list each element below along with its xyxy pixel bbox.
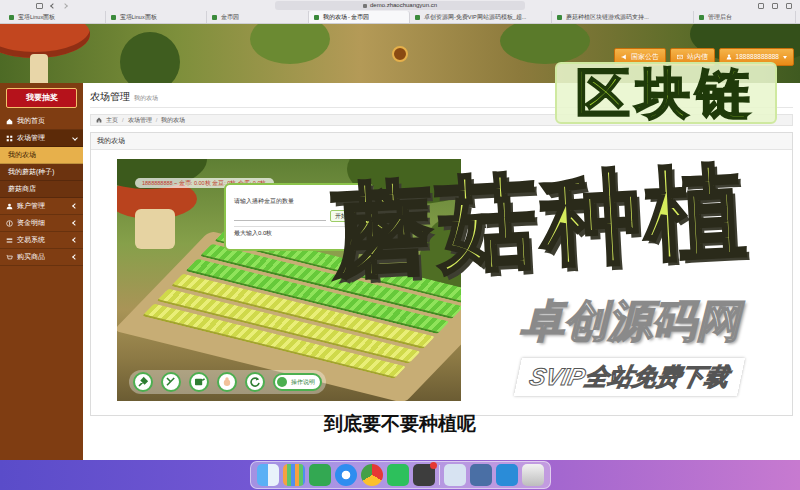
trash-icon[interactable] [522,464,544,486]
home-icon [96,117,102,123]
folder-icon[interactable] [496,464,518,486]
sidebar-item[interactable]: 我的农场 [0,147,83,164]
browser-tab[interactable]: 管理后台 [694,11,796,23]
tabs-overview-icon[interactable] [786,3,792,9]
caret-icon [783,56,787,59]
sidebar-icon[interactable] [36,3,43,9]
forward-icon[interactable] [62,3,68,9]
menu-icon [6,135,13,142]
launchpad-icon[interactable] [283,464,305,486]
sidebar-item[interactable]: 交易系统 [0,232,83,249]
address-bar[interactable]: demo.zhaochuangyun.cn [275,1,525,10]
game-toolbar: 操作说明 [129,370,326,394]
lottery-button[interactable]: 我要抽奖 [6,88,77,108]
wechat-icon[interactable] [387,464,409,486]
menu-icon [6,237,13,244]
share-icon[interactable] [758,3,764,9]
lock-icon [363,4,367,8]
downloads-icon[interactable] [470,464,492,486]
browser-tab[interactable]: 宝塔Linux面板 [4,11,106,23]
app-icon[interactable] [413,464,435,486]
refresh-icon[interactable] [245,372,265,392]
overlay-title: 蘑菇种植 [330,153,751,287]
shovel-icon[interactable] [133,372,153,392]
favicon-icon [212,15,217,20]
chevron-icon [72,220,78,226]
desktop [0,460,800,490]
overlay-slogan: SVIP全站免费下载 [514,358,745,396]
amount-input[interactable] [234,212,326,221]
browser-tab[interactable]: 我的农场 - 金币园 [309,11,411,23]
new-tab-icon[interactable] [772,3,778,9]
chevron-icon [72,135,78,141]
browser-tab[interactable]: 蘑菇种植区块链游戏源码支持... [552,11,694,23]
hand-icon[interactable] [217,372,237,392]
user-icon [726,54,732,60]
sidebar-item[interactable]: 我的蘑菇(种子) [0,164,83,181]
help-button[interactable]: 操作说明 [273,373,322,391]
dock [250,461,551,489]
menu-icon [6,220,13,227]
favicon-icon [314,15,319,20]
mail-icon [677,54,683,60]
video-subtitle: 到底要不要种植呢 [0,411,800,437]
browser-toolbar: demo.zhaochuangyun.cn 宝塔Linux面板宝塔Linux面板… [0,0,800,24]
harvest-icon[interactable] [161,372,181,392]
overlay-brand: 卓创源码网 [520,296,740,346]
browser-tab[interactable]: 金币园 [207,11,309,23]
back-icon[interactable] [50,3,56,9]
sidebar-item[interactable]: 蘑菇商店 [0,181,83,198]
safari-icon[interactable] [335,464,357,486]
chevron-icon [72,203,78,209]
breadcrumb-item[interactable]: 农场管理 [128,115,152,125]
sidebar-item[interactable]: 购买商品 [0,249,83,266]
finder-icon[interactable] [257,464,279,486]
hbuilder-icon[interactable] [309,464,331,486]
favicon-icon [557,15,562,20]
menu-icon [6,203,13,210]
sidebar-item[interactable]: 账户管理 [0,198,83,215]
site-logo-icon [392,46,408,62]
help-icon [277,377,287,387]
breadcrumb-item: 我的农场 [161,115,185,125]
sidebar-item[interactable]: 我的首页 [0,113,83,130]
overlay-tag: 区块链 [555,62,777,124]
chevron-icon [72,237,78,243]
favicon-icon [699,15,704,20]
breadcrumb-item[interactable]: 主页 [106,115,118,125]
favicon-icon [415,15,420,20]
sidebar-item[interactable]: 农场管理 [0,130,83,147]
megaphone-icon [621,54,627,60]
favicon-icon [111,15,116,20]
browser-tab[interactable]: 卓创资源网-免费VIP网站源码模板_超... [410,11,552,23]
menu-icon [6,118,13,125]
menu-icon [6,254,13,261]
browser-tab[interactable]: 宝塔Linux面板 [106,11,208,23]
water-icon[interactable] [189,372,209,392]
screenshot-icon[interactable] [444,464,466,486]
chrome-icon[interactable] [361,464,383,486]
chevron-icon [72,254,78,260]
favicon-icon [9,15,14,20]
sidebar: 我要抽奖 我的首页农场管理我的农场我的蘑菇(种子)蘑菇商店账户管理资金明细交易系… [0,83,83,460]
sidebar-item[interactable]: 资金明细 [0,215,83,232]
tab-bar: 宝塔Linux面板宝塔Linux面板金币园我的农场 - 金币园卓创资源网-免费V… [0,11,800,23]
